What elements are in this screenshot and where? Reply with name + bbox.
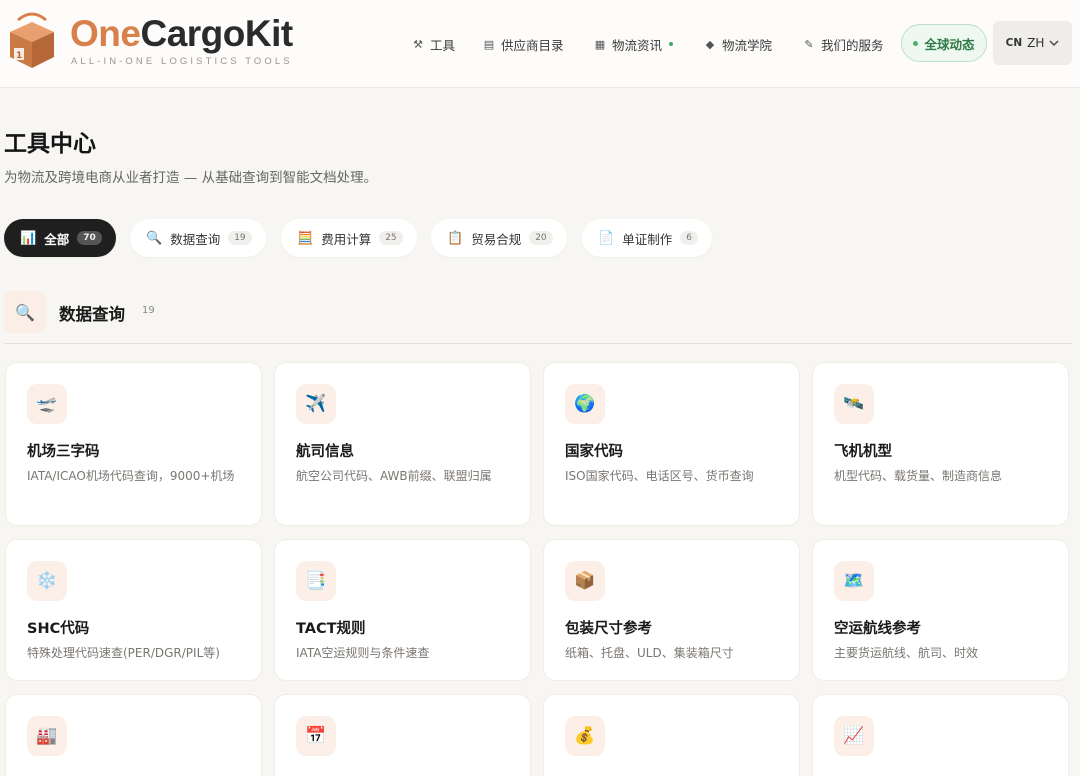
- tool-card-country-codes[interactable]: 🌍 国家代码 ISO国家代码、电话区号、货币查询: [543, 362, 800, 526]
- wrench-icon: ⚒: [413, 37, 423, 51]
- calendar-icon: 📅: [296, 716, 336, 756]
- card-title: SHC代码: [27, 621, 90, 637]
- tab-data-query[interactable]: 🔍 数据查询 19: [130, 219, 266, 257]
- card-title: 包装尺寸参考: [565, 621, 652, 637]
- tool-card-row3-2[interactable]: 📅: [274, 694, 531, 776]
- nav-item-label: 物流资讯: [612, 37, 663, 53]
- card-title: 飞机机型: [834, 444, 892, 460]
- section-divider: [4, 343, 1072, 344]
- tab-count-badge: 6: [680, 231, 698, 245]
- factory-icon: 🏭: [27, 716, 67, 756]
- tab-fee-calc[interactable]: 🧮 费用计算 25: [281, 219, 417, 257]
- section-title: 数据查询: [59, 305, 125, 324]
- card-title: 航司信息: [296, 444, 354, 460]
- nav-item-services[interactable]: ✎ 我们的服务: [802, 24, 884, 64]
- satellite-icon: 🛰️: [834, 384, 874, 424]
- nav-item-news[interactable]: ▦ 物流资讯: [593, 24, 674, 64]
- tool-card-air-routes[interactable]: 🗺️ 空运航线参考 主要货运航线、航司、时效: [812, 539, 1069, 681]
- chevron-down-icon: [1049, 36, 1059, 50]
- global-news-label: 全球动态: [924, 36, 975, 52]
- brand-name-accent: One: [70, 13, 141, 54]
- magnifier-icon: 🔍: [4, 291, 46, 333]
- lang-code: ZH: [1027, 36, 1045, 50]
- card-description: IATA空运规则与条件速查: [296, 646, 430, 660]
- tab-trade-compliance[interactable]: 📋 贸易合规 20: [431, 219, 567, 257]
- handshake-icon: ✎: [804, 37, 814, 51]
- tab-label: 单证制作: [622, 231, 673, 247]
- card-description: 特殊处理代码速查(PER/DGR/PIL等): [27, 646, 220, 660]
- box-logo-icon[interactable]: 1: [4, 10, 58, 70]
- tool-card-airport-codes[interactable]: 🛫 机场三字码 IATA/ICAO机场代码查询，9000+机场: [5, 362, 262, 526]
- package-icon: 📦: [565, 561, 605, 601]
- tool-card-packaging-sizes[interactable]: 📦 包装尺寸参考 纸箱、托盘、ULD、集装箱尺寸: [543, 539, 800, 681]
- tab-documents[interactable]: 📄 单证制作 6: [582, 219, 712, 257]
- nav-item-label: 物流学院: [722, 37, 773, 53]
- graduation-cap-icon: ◆: [705, 37, 715, 51]
- global-news-button[interactable]: 全球动态: [901, 24, 987, 62]
- section-count: 19: [142, 305, 155, 316]
- nav-item-academy[interactable]: ◆ 物流学院: [703, 24, 772, 64]
- nav-item-label: 我们的服务: [821, 37, 884, 53]
- tab-all[interactable]: 📊 全部 70: [4, 219, 116, 257]
- nav-item-label: 工具: [430, 37, 456, 53]
- tab-label: 全部: [44, 231, 70, 247]
- page-title: 工具中心: [4, 131, 96, 157]
- document-icon: 📑: [296, 561, 336, 601]
- card-description: 纸箱、托盘、ULD、集装箱尺寸: [565, 646, 734, 660]
- brand-name[interactable]: OneCargoKit: [70, 14, 293, 54]
- money-bag-icon: 💰: [565, 716, 605, 756]
- card-description: ISO国家代码、电话区号、货币查询: [565, 469, 754, 483]
- card-description: IATA/ICAO机场代码查询，9000+机场: [27, 469, 235, 483]
- tab-count-badge: 25: [379, 231, 403, 245]
- clipboard-icon: ▤: [483, 37, 495, 51]
- newspaper-icon: ▦: [594, 37, 606, 51]
- page-subtitle: 为物流及跨境电商从业者打造 — 从基础查询到智能文档处理。: [4, 170, 378, 186]
- card-description: 主要货运航线、航司、时效: [834, 646, 979, 660]
- nav-item-label: 供应商目录: [501, 37, 564, 53]
- new-indicator-dot: [669, 42, 674, 46]
- document-icon: 📄: [598, 230, 615, 246]
- bar-chart-icon: 📊: [20, 230, 37, 246]
- tool-card-aircraft-types[interactable]: 🛰️ 飞机机型 机型代码、载货量、制造商信息: [812, 362, 1069, 526]
- magnifier-icon: 🔍: [146, 230, 163, 246]
- calculator-icon: 🧮: [297, 230, 314, 246]
- tool-card-airlines[interactable]: ✈️ 航司信息 航空公司代码、AWB前缀、联盟归属: [274, 362, 531, 526]
- tab-count-badge: 20: [529, 231, 553, 245]
- top-header: 1 OneCargoKit ALL-IN-ONE LOGISTICS TOOLS…: [0, 0, 1080, 88]
- tool-card-row3-4[interactable]: 📈: [812, 694, 1069, 776]
- live-dot-icon: [913, 40, 919, 46]
- card-title: 空运航线参考: [834, 621, 921, 637]
- tab-label: 费用计算: [321, 231, 372, 247]
- tool-card-row3-1[interactable]: 🏭: [5, 694, 262, 776]
- airplane-icon: ✈️: [296, 384, 336, 424]
- tab-label: 数据查询: [170, 231, 221, 247]
- lang-region: CN: [1005, 37, 1023, 49]
- line-chart-icon: 📈: [834, 716, 874, 756]
- brand-name-rest: CargoKit: [140, 13, 293, 54]
- globe-icon: 🌍: [565, 384, 605, 424]
- snowflake-icon: ❄️: [27, 561, 67, 601]
- airport-icon: 🛫: [27, 384, 67, 424]
- card-title: 国家代码: [565, 444, 623, 460]
- clipboard-icon: 📋: [447, 230, 464, 246]
- nav-item-suppliers[interactable]: ▤ 供应商目录: [482, 24, 564, 64]
- language-selector[interactable]: CN ZH: [993, 21, 1072, 65]
- tab-count-badge: 70: [77, 231, 102, 245]
- nav-item-tools[interactable]: ⚒ 工具: [411, 24, 455, 64]
- brand-tagline: ALL-IN-ONE LOGISTICS TOOLS: [71, 56, 293, 67]
- tab-count-badge: 19: [228, 231, 252, 245]
- card-description: 机型代码、载货量、制造商信息: [834, 469, 1003, 483]
- tool-card-tact-rules[interactable]: 📑 TACT规则 IATA空运规则与条件速查: [274, 539, 531, 681]
- tool-card-shc-codes[interactable]: ❄️ SHC代码 特殊处理代码速查(PER/DGR/PIL等): [5, 539, 262, 681]
- tool-card-row3-3[interactable]: 💰: [543, 694, 800, 776]
- card-title: 机场三字码: [27, 444, 100, 460]
- svg-text:1: 1: [16, 51, 22, 61]
- tab-label: 贸易合规: [471, 231, 522, 247]
- card-title: TACT规则: [296, 621, 366, 637]
- card-description: 航空公司代码、AWB前缀、联盟归属: [296, 469, 492, 483]
- map-icon: 🗺️: [834, 561, 874, 601]
